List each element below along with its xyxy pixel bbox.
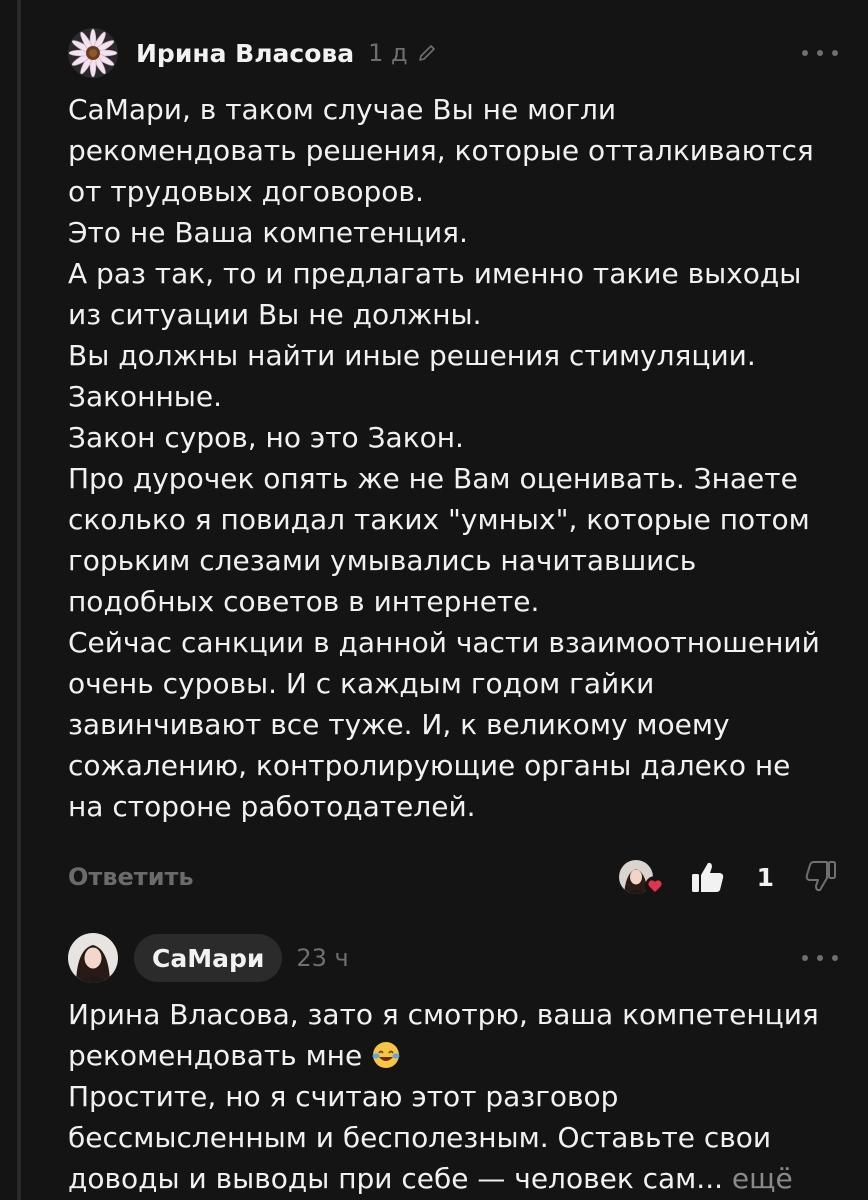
comment-text-line: от трудовых договоров. [68, 175, 424, 208]
author-name[interactable]: Ирина Власова [136, 39, 354, 68]
thumbs-down-icon[interactable] [804, 859, 838, 895]
comment-time: 1 д [368, 39, 408, 67]
comment-text-line: горьким слезами умывались начитавшись [68, 544, 697, 577]
comment-text-fragment: рекомендовать мне [68, 1039, 363, 1072]
like-count: 1 [756, 862, 774, 892]
reply-button[interactable]: Ответить [68, 863, 194, 891]
thread-line [17, 0, 21, 1200]
pencil-icon [416, 42, 438, 64]
author-pill[interactable]: СаМари [134, 934, 283, 982]
comment-text: СаМари, в таком случае Вы не могли реком… [68, 89, 848, 827]
comment-text-line-with-emoji: рекомендовать мне [68, 1035, 848, 1076]
comment-text-line: Это не Ваша компетенция. [68, 216, 468, 249]
comment-text-line: бессмысленным и бесполезным. Оставьте св… [68, 1121, 772, 1154]
avatar[interactable] [68, 933, 118, 983]
comment-text-line: из ситуации Вы не должны. [68, 298, 482, 331]
more-dots-icon[interactable] [802, 43, 838, 63]
comment-text-line: Закон суров, но это Закон. [68, 421, 464, 454]
comment-text-line: Вы должны найти иные решения стимуляции. [68, 339, 756, 372]
comment-time: 23 ч [296, 944, 349, 972]
thumbs-up-icon[interactable] [689, 858, 727, 896]
comment-text-line: Законные. [68, 380, 222, 413]
comment-text-line: сколько я повидал таких "умных", которые… [68, 503, 810, 536]
comment-text-line: сожалению, контролирующие органы далеко … [68, 749, 791, 782]
comment-text-line: на стороне работодателей. [68, 790, 476, 823]
comment-text-line: Про дурочек опять же не Вам оценивать. З… [68, 462, 798, 495]
comment-text-line: подобных советов в интернете. [68, 585, 540, 618]
comment-text-line: рекомендовать решения, которые отталкива… [68, 134, 814, 167]
reaction-avatar[interactable] [618, 860, 665, 896]
comment-text-line: Простите, но я считаю этот разговор [68, 1080, 619, 1113]
comment-text: Ирина Власова, зато я смотрю, ваша компе… [68, 994, 848, 1199]
comment-text-line: очень суровы. И с каждым годом гайки [68, 667, 655, 700]
avatar[interactable] [68, 28, 118, 78]
read-more-link[interactable]: ещё [732, 1162, 793, 1195]
reactions: 1 [618, 858, 838, 896]
comment-text-line-truncated: доводы и выводы при себе — человек сам..… [68, 1158, 848, 1199]
comment-text-line: СаМари, в таком случае Вы не могли [68, 93, 617, 126]
more-dots-icon[interactable] [802, 948, 838, 968]
comment-actions: Ответить 1 [68, 852, 838, 902]
comment-text-line: Сейчас санкции в данной части взаимоотно… [68, 626, 820, 659]
tears-of-joy-emoji [372, 1042, 400, 1068]
comment-text-line: завинчивают все туже. И, к великому моем… [68, 708, 730, 741]
heart-icon [644, 876, 665, 896]
comment-header: СаМари 23 ч [68, 933, 838, 983]
comment-text-line: А раз так, то и предлагать именно такие … [68, 257, 802, 290]
comment-header: Ирина Власова 1 д [68, 28, 838, 78]
author-name[interactable]: СаМари [152, 944, 264, 973]
comment-text-line: Ирина Власова, зато я смотрю, ваша компе… [68, 998, 819, 1031]
comment-text-fragment: доводы и выводы при себе — человек сам..… [68, 1162, 724, 1195]
